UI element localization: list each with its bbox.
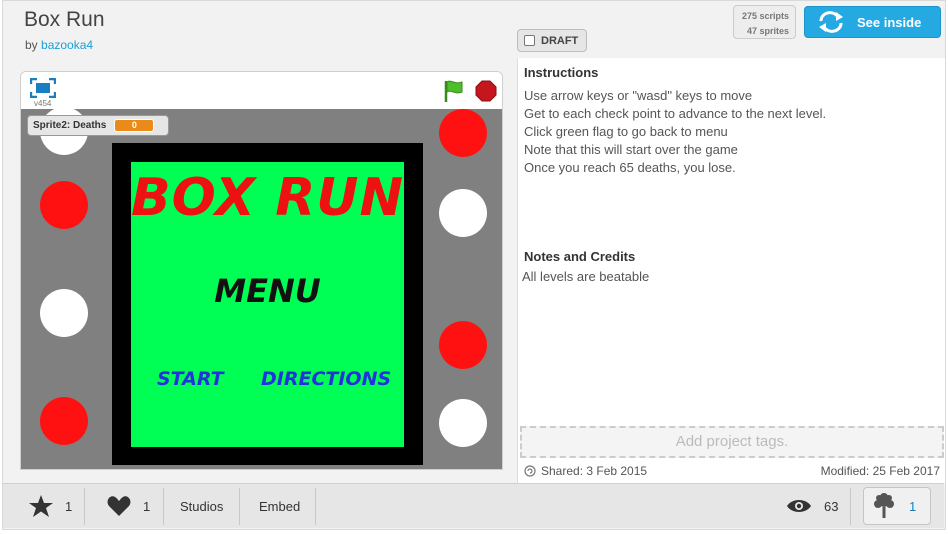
byline: by bazooka4 <box>25 38 93 52</box>
action-bar: 1 1 Studios Embed 63 1 <box>3 483 944 528</box>
player-controls: v454 <box>21 72 502 109</box>
by-label: by <box>25 38 38 52</box>
green-flag-icon[interactable] <box>442 79 464 103</box>
instruction-line: Get to each check point to advance to th… <box>524 106 827 121</box>
embed-button[interactable]: Embed <box>259 484 300 528</box>
monitor-value: 0 <box>114 119 155 132</box>
red-circle <box>40 181 88 229</box>
eye-icon <box>787 500 811 512</box>
see-inside-label: See inside <box>857 14 922 30</box>
author-link[interactable]: bazooka4 <box>41 38 93 52</box>
shared-date: Shared: 3 Feb 2015 <box>524 464 647 478</box>
red-circle <box>439 321 487 369</box>
divider <box>850 488 851 525</box>
sprites-count: 47 sprites <box>746 26 789 36</box>
divider <box>315 488 316 525</box>
game-title: BOX RUN <box>131 168 404 228</box>
draft-label: DRAFT <box>541 34 579 47</box>
views-count: 63 <box>824 498 839 514</box>
remix-count: 1 <box>909 498 917 514</box>
instruction-line: Use arrow keys or "wasd" keys to move <box>524 88 753 103</box>
game-start-button[interactable]: START <box>157 368 224 390</box>
shared-label: Shared: 3 Feb 2015 <box>541 464 648 478</box>
scripts-count: 275 scripts <box>741 11 789 21</box>
love-count: 1 <box>143 498 151 514</box>
divider <box>84 488 85 525</box>
stop-sign-icon[interactable] <box>475 80 497 102</box>
project-player: v454 Sprite2: Deaths 0 BOX RUN MENU STAR… <box>20 71 503 470</box>
divider <box>239 488 240 525</box>
white-circle <box>40 289 88 337</box>
draft-checkbox[interactable] <box>524 35 535 46</box>
studios-button[interactable]: Studios <box>180 484 223 528</box>
monitor-label: Sprite2: Deaths <box>33 120 107 131</box>
views-stat: 63 <box>786 484 838 528</box>
instructions-text[interactable]: Use arrow keys or "wasd" keys to move Ge… <box>524 87 826 177</box>
shared-icon <box>524 465 536 477</box>
game-directions-button[interactable]: DIRECTIONS <box>261 368 391 390</box>
add-tags-field[interactable]: Add project tags. <box>520 426 944 458</box>
instruction-line: Note that this will start over the game <box>524 142 738 157</box>
fullscreen-icon[interactable] <box>30 78 56 98</box>
white-circle <box>439 399 487 447</box>
project-page: Box Run by bazooka4 DRAFT 275 scripts 47… <box>2 0 946 530</box>
instruction-line: Click green flag to go back to menu <box>524 124 728 139</box>
draft-toggle[interactable]: DRAFT <box>517 29 587 52</box>
project-title: Box Run <box>24 8 105 31</box>
divider <box>163 488 164 525</box>
white-circle <box>439 189 487 237</box>
notes-heading: Notes and Credits <box>524 249 636 264</box>
game-frame: BOX RUN MENU START DIRECTIONS <box>112 143 423 465</box>
version-label: v454 <box>34 99 52 108</box>
instruction-line: Once you reach 65 deaths, you lose. <box>524 160 736 175</box>
star-icon <box>29 495 53 517</box>
project-info-panel: Instructions Use arrow keys or "wasd" ke… <box>517 58 945 483</box>
instructions-heading: Instructions <box>524 65 599 80</box>
variable-monitor: Sprite2: Deaths 0 <box>27 115 169 136</box>
heart-icon <box>107 496 131 516</box>
love-button[interactable]: 1 <box>107 484 150 528</box>
remix-tree-button[interactable]: 1 <box>863 487 931 525</box>
remix-tree-icon <box>874 493 894 518</box>
notes-text[interactable]: All levels are beatable <box>522 269 649 284</box>
stage[interactable]: Sprite2: Deaths 0 BOX RUN MENU START DIR… <box>21 109 502 469</box>
swap-icon <box>819 11 843 33</box>
game-screen: BOX RUN MENU START DIRECTIONS <box>131 162 404 447</box>
modified-date: Modified: 25 Feb 2017 <box>820 464 940 478</box>
red-circle <box>439 109 487 157</box>
red-circle <box>40 397 88 445</box>
game-menu-label: MENU <box>214 272 321 310</box>
see-inside-button[interactable]: See inside <box>804 6 941 38</box>
favorite-count: 1 <box>65 498 73 514</box>
project-stats: 275 scripts 47 sprites <box>733 5 796 39</box>
favorite-button[interactable]: 1 <box>29 484 72 528</box>
